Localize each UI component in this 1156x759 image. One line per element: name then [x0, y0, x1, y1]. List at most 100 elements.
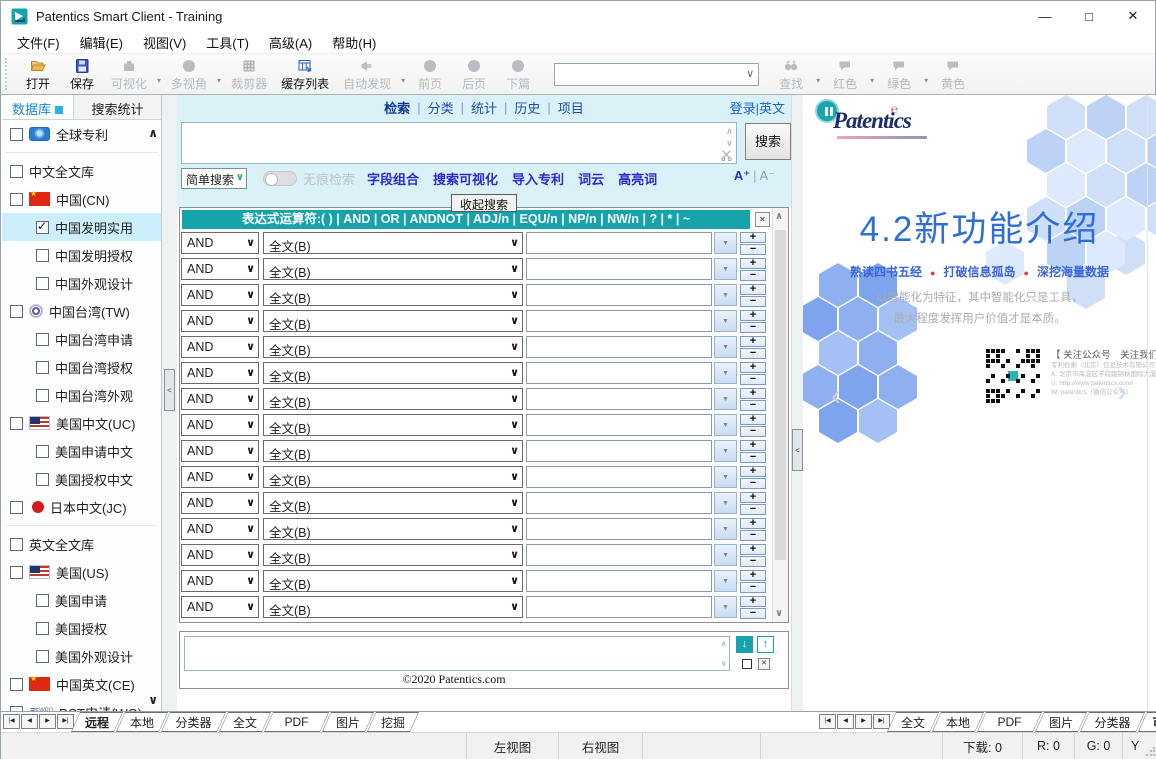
tree-scroll-down-icon[interactable]: ∨: [148, 693, 158, 707]
field-select[interactable]: 全文(B)∨: [263, 518, 523, 540]
toolbar-search-combo[interactable]: ∨: [554, 63, 759, 86]
tree-checkbox-10[interactable]: [36, 389, 49, 402]
term-input[interactable]: [526, 414, 712, 436]
tree-item-13[interactable]: 美国授权中文: [2, 465, 161, 493]
toolbar-auto-discover-dropdown-icon[interactable]: ▾: [398, 76, 408, 85]
toolbar-visualize-dropdown-icon[interactable]: ▾: [154, 76, 164, 85]
field-select[interactable]: 全文(B)∨: [263, 466, 523, 488]
tree-checkbox-6[interactable]: [36, 277, 49, 290]
output-scroll-up-icon[interactable]: ∧: [721, 639, 728, 648]
minimize-button[interactable]: —: [1023, 1, 1067, 31]
operator-select[interactable]: AND∨: [181, 310, 259, 332]
tree-checkbox-12[interactable]: [36, 445, 49, 458]
remove-row-button[interactable]: −: [740, 322, 766, 333]
toolbar-save-button[interactable]: 保存: [60, 55, 104, 93]
suggest-dropdown-icon[interactable]: ▼: [714, 414, 737, 436]
operator-select[interactable]: AND∨: [181, 258, 259, 280]
search-link-2[interactable]: 导入专利: [512, 169, 564, 188]
tree-item-7[interactable]: 中国台湾(TW): [2, 297, 161, 325]
field-select[interactable]: 全文(B)∨: [263, 258, 523, 280]
tab-search-stats[interactable]: 搜索统计: [74, 95, 161, 119]
add-row-button[interactable]: +: [740, 258, 766, 269]
field-select[interactable]: 全文(B)∨: [263, 388, 523, 410]
term-input[interactable]: [526, 492, 712, 514]
query-input[interactable]: ∧ ∨: [181, 122, 737, 164]
rows-scroll-down-icon[interactable]: ∨: [775, 608, 783, 619]
tree-checkbox-16[interactable]: [10, 538, 23, 551]
operator-select[interactable]: AND∨: [181, 362, 259, 384]
suggest-dropdown-icon[interactable]: ▼: [714, 544, 737, 566]
remove-row-button[interactable]: −: [740, 374, 766, 385]
remove-row-button[interactable]: −: [740, 270, 766, 281]
field-select[interactable]: 全文(B)∨: [263, 232, 523, 254]
add-row-button[interactable]: +: [740, 388, 766, 399]
center-tab-0[interactable]: 检索: [384, 98, 410, 117]
operator-select[interactable]: AND∨: [181, 466, 259, 488]
tree-item-2[interactable]: 中文全文库: [2, 157, 161, 185]
add-row-button[interactable]: +: [740, 570, 766, 581]
remove-row-button[interactable]: −: [740, 504, 766, 515]
suggest-dropdown-icon[interactable]: ▼: [714, 336, 737, 358]
center-tab-4[interactable]: 项目: [558, 98, 584, 117]
right-splitter[interactable]: <: [791, 95, 803, 711]
tree-item-9[interactable]: 中国台湾授权: [2, 353, 161, 381]
move-up-button[interactable]: ↑: [757, 636, 774, 653]
toolbar-grip[interactable]: [5, 58, 10, 90]
tree-checkbox-11[interactable]: [10, 417, 23, 430]
menu-item-5[interactable]: 帮助(H): [322, 31, 386, 54]
collapse-left-handle[interactable]: <: [164, 369, 175, 411]
term-input[interactable]: [526, 310, 712, 332]
add-row-button[interactable]: +: [740, 284, 766, 295]
right-strip-nav-first-icon[interactable]: |◀: [819, 714, 836, 729]
incognito-toggle[interactable]: [263, 171, 297, 186]
left-strip-nav-next-icon[interactable]: ▶: [39, 714, 56, 729]
operator-select[interactable]: AND∨: [181, 232, 259, 254]
center-tab-3[interactable]: 历史: [514, 98, 540, 117]
tree-item-0[interactable]: 全球专利: [2, 120, 161, 148]
suggest-dropdown-icon[interactable]: ▼: [714, 284, 737, 306]
field-select[interactable]: 全文(B)∨: [263, 570, 523, 592]
font-decrease-button[interactable]: A⁻: [759, 168, 775, 183]
tree-checkbox-19[interactable]: [36, 622, 49, 635]
menu-item-0[interactable]: 文件(F): [7, 31, 70, 54]
field-select[interactable]: 全文(B)∨: [263, 284, 523, 306]
remove-row-button[interactable]: −: [740, 348, 766, 359]
operator-select[interactable]: AND∨: [181, 284, 259, 306]
add-row-button[interactable]: +: [740, 414, 766, 425]
tree-checkbox-14[interactable]: [10, 501, 23, 514]
term-input[interactable]: [526, 388, 712, 410]
add-row-button[interactable]: +: [740, 492, 766, 503]
restore-box-button[interactable]: [742, 659, 752, 669]
tree-item-10[interactable]: 中国台湾外观: [2, 381, 161, 409]
add-row-button[interactable]: +: [740, 466, 766, 477]
right-strip-tab-4[interactable]: 分类器: [1080, 712, 1145, 732]
tree-checkbox-20[interactable]: [36, 650, 49, 663]
term-input[interactable]: [526, 518, 712, 540]
move-down-button[interactable]: ↓: [736, 636, 753, 653]
tree-item-8[interactable]: 中国台湾申请: [2, 325, 161, 353]
suggest-dropdown-icon[interactable]: ▼: [714, 232, 737, 254]
field-select[interactable]: 全文(B)∨: [263, 310, 523, 332]
carousel-prev-icon[interactable]: ‹: [831, 379, 841, 413]
term-input[interactable]: [526, 570, 712, 592]
field-select[interactable]: 全文(B)∨: [263, 362, 523, 384]
operator-select[interactable]: AND∨: [181, 492, 259, 514]
left-strip-tab-2[interactable]: 分类器: [161, 712, 226, 732]
operator-select[interactable]: AND∨: [181, 544, 259, 566]
tree-item-4[interactable]: 中国发明实用: [2, 213, 161, 241]
term-input[interactable]: [526, 596, 712, 618]
carousel-next-icon[interactable]: ›: [1117, 375, 1127, 409]
tab-database[interactable]: 数据库: [2, 95, 74, 119]
combo-chevron-icon[interactable]: ∨: [746, 67, 754, 80]
term-input[interactable]: [526, 362, 712, 384]
operator-select[interactable]: AND∨: [181, 440, 259, 462]
term-input[interactable]: [526, 440, 712, 462]
term-input[interactable]: [526, 336, 712, 358]
maximize-button[interactable]: □: [1067, 1, 1111, 31]
tree-item-16[interactable]: 英文全文库: [2, 530, 161, 558]
toolbar-red-dropdown-icon[interactable]: ▾: [867, 76, 877, 85]
suggest-dropdown-icon[interactable]: ▼: [714, 466, 737, 488]
toolbar-green-dropdown-icon[interactable]: ▾: [921, 76, 931, 85]
tree-checkbox-4[interactable]: [36, 221, 49, 234]
left-strip-tab-4[interactable]: PDF: [264, 712, 329, 732]
